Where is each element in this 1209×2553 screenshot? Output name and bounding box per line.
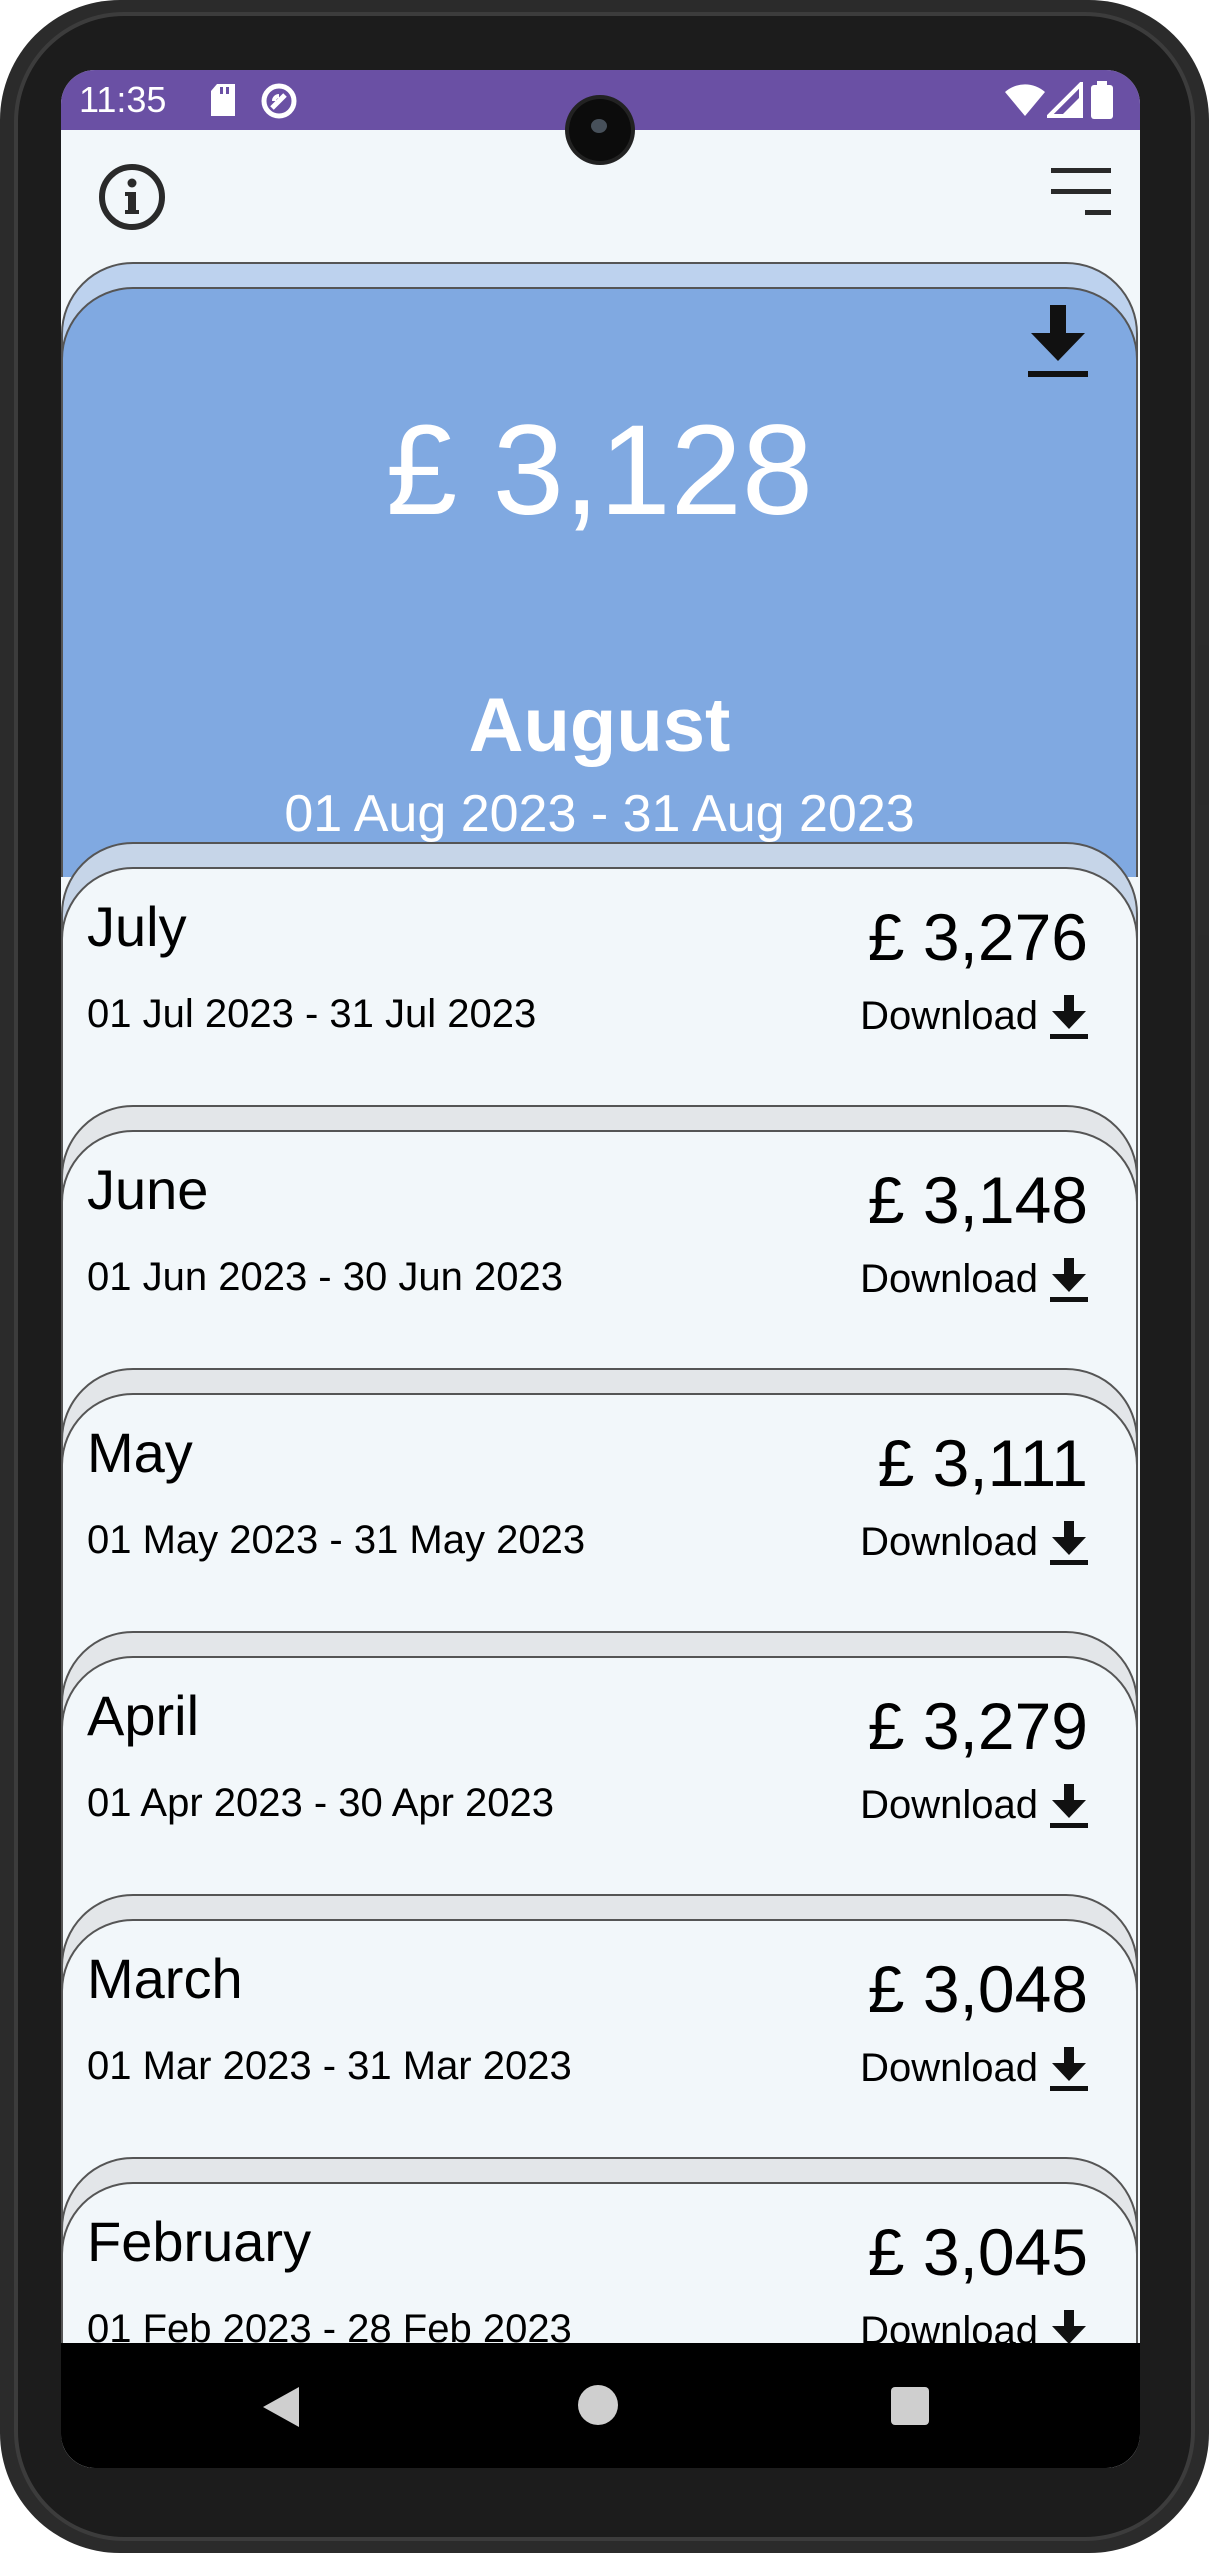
download-icon (1050, 994, 1088, 1039)
card-amount: £ 3,045 (867, 2215, 1088, 2289)
back-icon[interactable] (261, 2385, 301, 2434)
battery-icon (1091, 81, 1113, 124)
download-label: Download (860, 1520, 1038, 1564)
current-month-card[interactable]: £ 3,128 August 01 Aug 2023 - 31 Aug 2023 (61, 287, 1138, 877)
download-button[interactable]: Download (860, 1257, 1088, 1302)
screen: 11:35 £ 3,128 August 01 Aug 2023 - 31 Au… (61, 70, 1140, 2468)
sort-icon[interactable] (1043, 156, 1113, 226)
navigation-bar (61, 2343, 1140, 2468)
card-range: 01 Jun 2023 - 30 Jun 2023 (87, 1255, 563, 1299)
card-month: February (87, 2210, 312, 2273)
download-button[interactable]: Download (860, 994, 1088, 1039)
download-icon (1050, 2046, 1088, 2091)
cast-icon (260, 82, 298, 125)
download-label: Download (860, 1783, 1038, 1827)
card-month: April (87, 1684, 200, 1747)
wifi-icon (1005, 82, 1045, 123)
card-amount: £ 3,279 (867, 1689, 1088, 1763)
download-button[interactable]: Download (860, 2046, 1088, 2091)
recents-icon[interactable] (891, 2387, 929, 2425)
sd-card-icon (209, 84, 237, 121)
front-camera (569, 99, 631, 161)
card-amount: £ 3,148 (867, 1163, 1088, 1237)
download-label: Download (860, 2046, 1038, 2090)
download-icon[interactable] (1023, 301, 1093, 381)
card-range: 01 Mar 2023 - 31 Mar 2023 (87, 2044, 572, 2088)
volume-button (1198, 935, 1209, 1250)
download-label: Download (860, 1257, 1038, 1301)
download-button[interactable]: Download (860, 1783, 1088, 1828)
download-icon (1050, 1520, 1088, 1565)
card-month: March (87, 1947, 243, 2010)
card-range: 01 Apr 2023 - 30 Apr 2023 (87, 1781, 555, 1825)
card-amount: £ 3,111 (877, 1426, 1088, 1500)
card-amount: £ 3,276 (867, 900, 1088, 974)
current-amount: £ 3,128 (385, 399, 814, 542)
download-button[interactable]: Download (860, 1520, 1088, 1565)
card-range: 01 May 2023 - 31 May 2023 (87, 1518, 586, 1562)
home-icon[interactable] (578, 2385, 618, 2425)
status-time: 11:35 (79, 79, 167, 120)
download-label: Download (860, 994, 1038, 1038)
card-amount: £ 3,048 (867, 1952, 1088, 2026)
download-icon (1050, 1257, 1088, 1302)
info-icon[interactable] (97, 162, 167, 232)
card-range: 01 Jul 2023 - 31 Jul 2023 (87, 992, 537, 1036)
card-month: May (87, 1421, 193, 1484)
current-month: August (468, 683, 731, 768)
card-month: June (87, 1158, 209, 1221)
current-range: 01 Aug 2023 - 31 Aug 2023 (284, 785, 915, 843)
power-button (1198, 645, 1209, 805)
signal-icon (1044, 79, 1083, 123)
card-month: July (87, 895, 187, 958)
download-icon (1050, 1783, 1088, 1828)
